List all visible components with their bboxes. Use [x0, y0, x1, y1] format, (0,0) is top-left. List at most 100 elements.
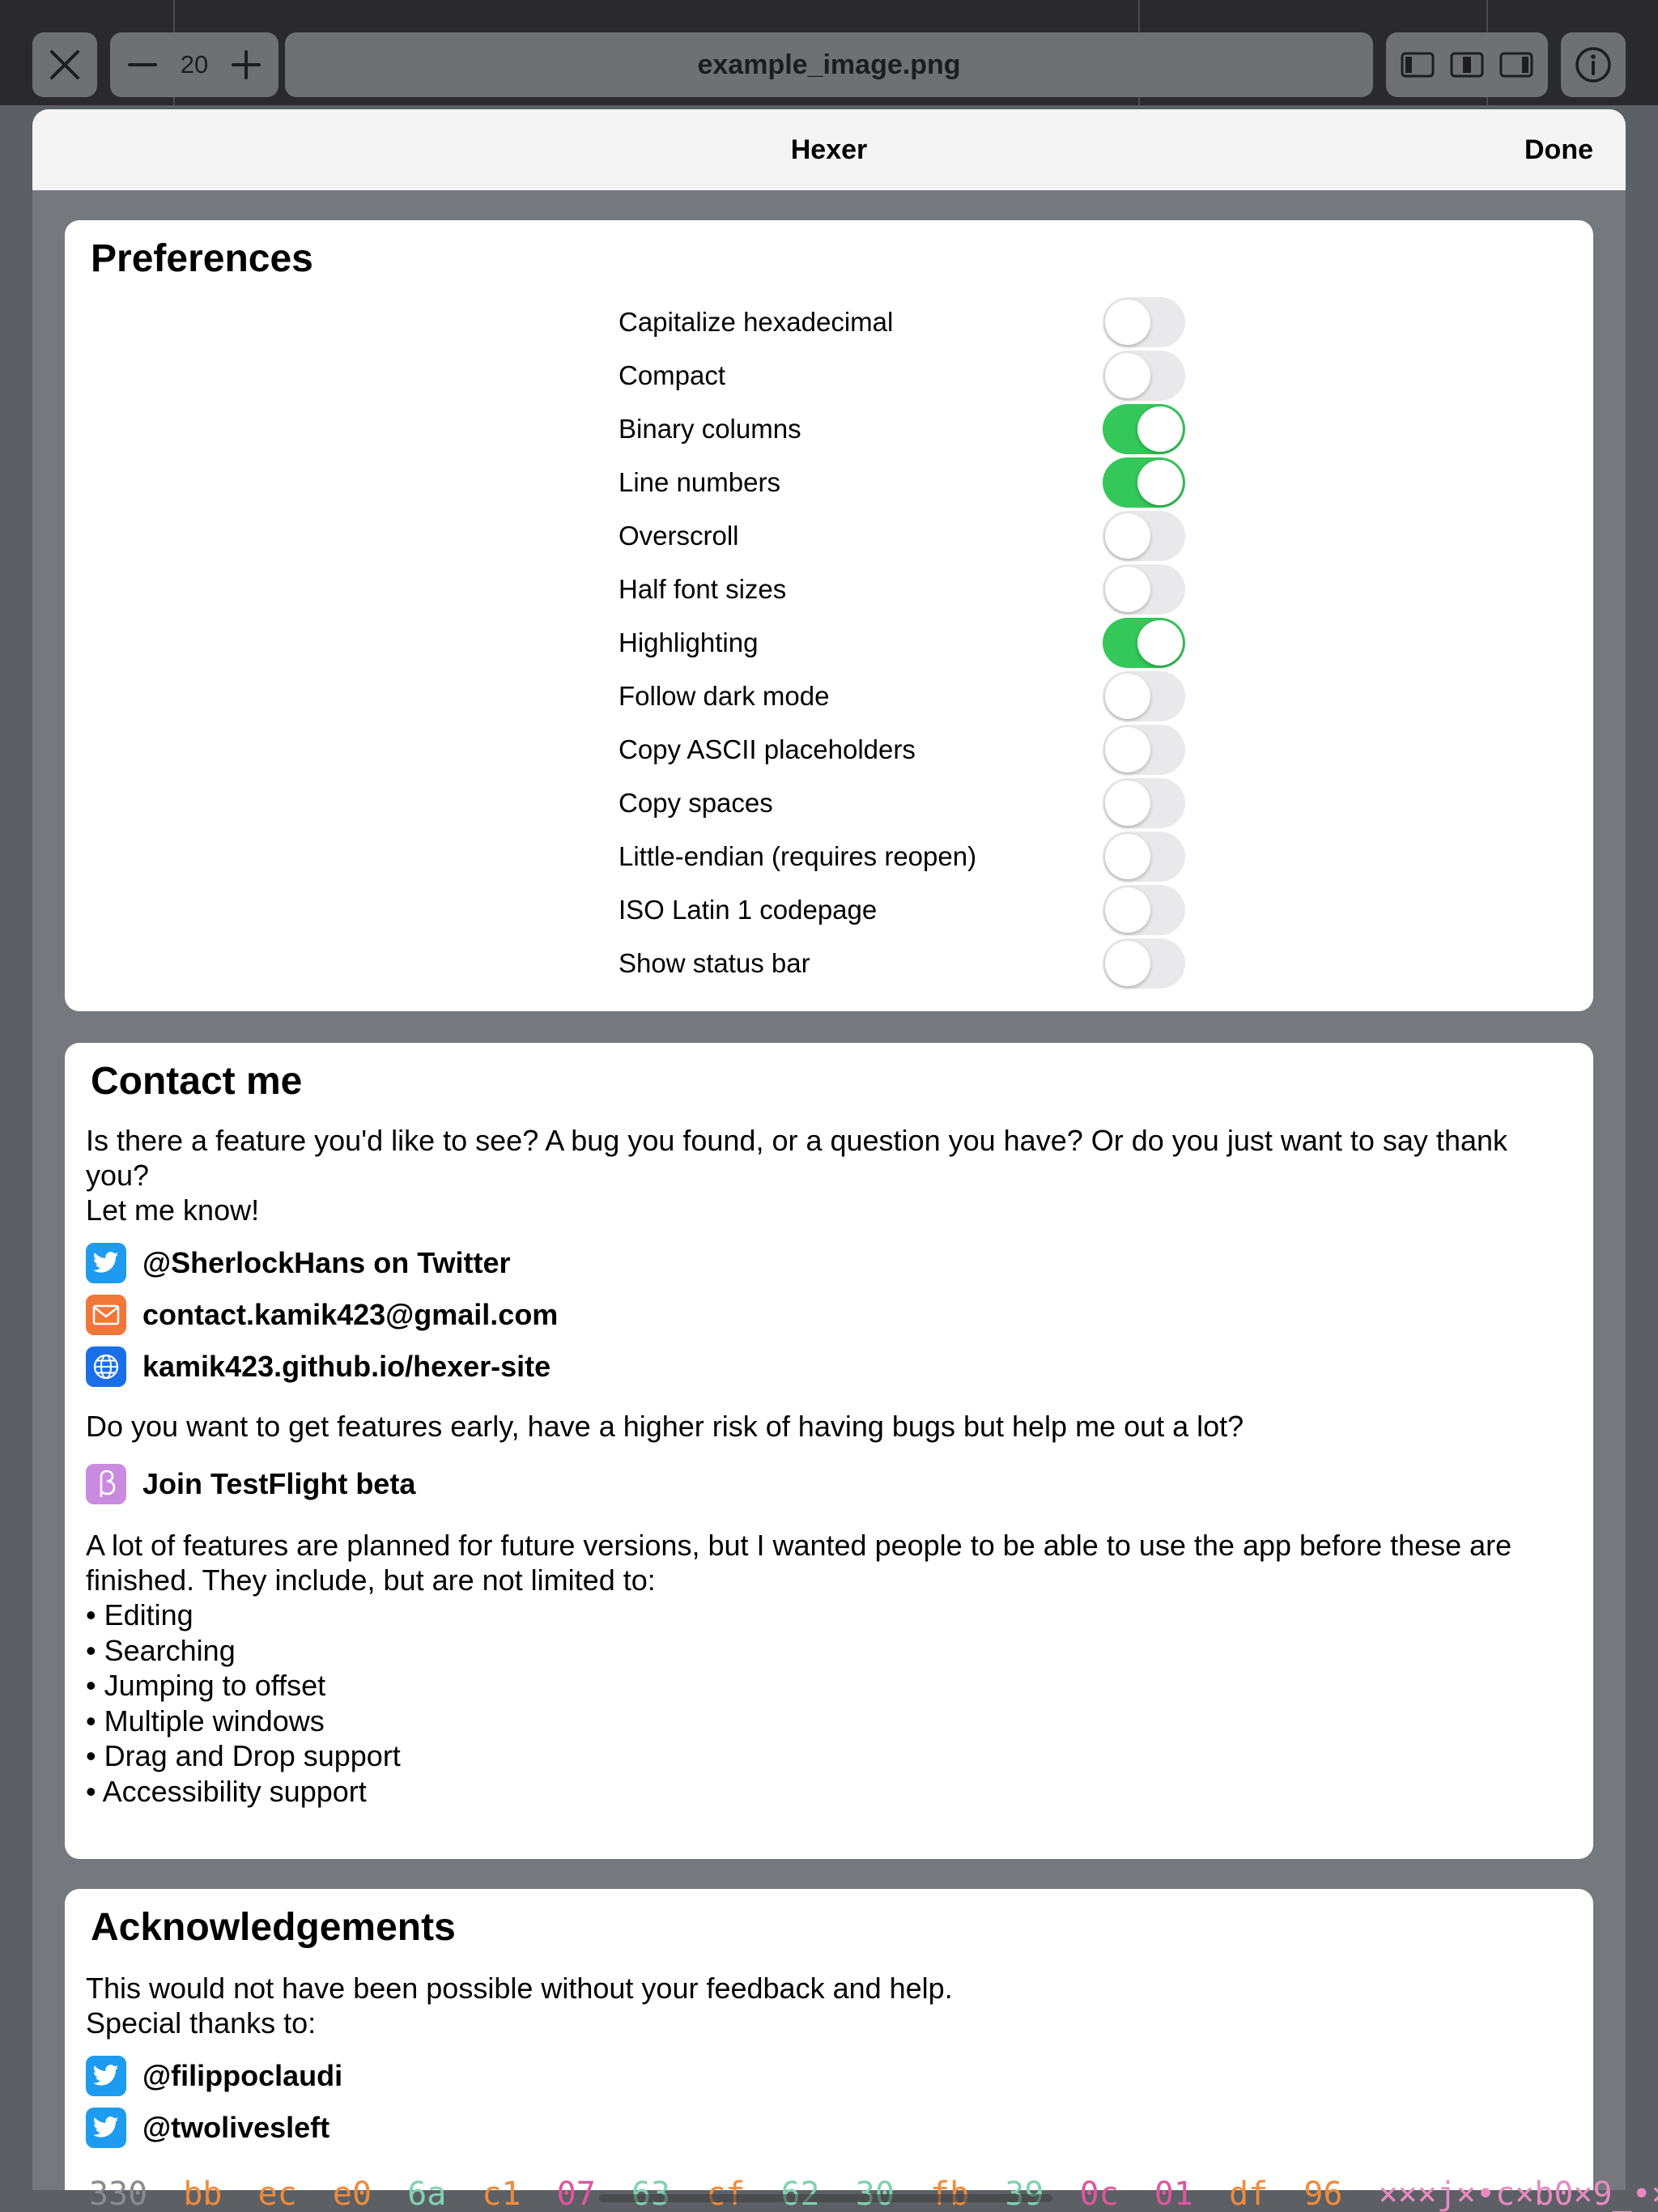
nav-title: Hexer: [790, 134, 868, 165]
pref-row-overscroll: Overscroll: [619, 509, 1185, 563]
hex-byte: c1: [482, 2176, 521, 2212]
toggle-little-endian[interactable]: [1103, 832, 1185, 882]
pref-label: Binary columns: [619, 414, 801, 444]
toggle-highlighting[interactable]: [1103, 618, 1185, 668]
testflight-link[interactable]: Join TestFlight beta: [65, 1458, 1593, 1510]
pref-row-iso-latin: ISO Latin 1 codepage: [619, 883, 1185, 937]
pref-row-compact: Compact: [619, 349, 1185, 402]
hex-ascii: ×××j×•c×b0×9_•××: [1378, 2176, 1658, 2212]
ack-line1: This would not have been possible withou…: [86, 1972, 953, 2005]
pref-row-copy-spaces: Copy spaces: [619, 776, 1185, 830]
pref-row-follow-dark-mode: Follow dark mode: [619, 670, 1185, 723]
info-button[interactable]: [1561, 32, 1626, 97]
pref-label: Overscroll: [619, 521, 739, 551]
sidebar-left-icon[interactable]: [1401, 52, 1435, 78]
contact-let-me-know: Let me know!: [86, 1193, 260, 1227]
ack-person-label: @twolivesleft: [142, 2111, 330, 2144]
hex-byte: 01: [1154, 2176, 1193, 2212]
preferences-card: Preferences Capitalize hexadecimal Compa…: [65, 220, 1593, 1011]
testflight-link-label: Join TestFlight beta: [142, 1467, 416, 1500]
list-item: • Multiple windows: [86, 1704, 325, 1738]
contact-heading: Contact me: [91, 1060, 303, 1103]
pref-label: Copy spaces: [619, 788, 773, 818]
pref-label: Capitalize hexadecimal: [619, 307, 894, 337]
pref-label: Follow dark mode: [619, 681, 830, 711]
pref-row-capitalize-hex: Capitalize hexadecimal: [619, 296, 1185, 349]
zoom-stepper: 20: [110, 32, 278, 97]
toggle-line-numbers[interactable]: [1103, 457, 1185, 508]
close-icon: [49, 49, 81, 81]
hex-byte: 6a: [407, 2176, 447, 2212]
acknowledgements-card: Acknowledgements This would not have bee…: [65, 1889, 1593, 2190]
acknowledgements-heading: Acknowledgements: [91, 1906, 456, 1949]
pref-label: Highlighting: [619, 627, 759, 657]
list-item: • Accessibility support: [86, 1774, 367, 1808]
email-link-label: contact.kamik423@gmail.com: [142, 1298, 559, 1331]
hex-byte: df: [1229, 2176, 1269, 2212]
zoom-out-button[interactable]: [126, 49, 159, 81]
contact-card: Contact me Is there a feature you'd like…: [65, 1043, 1593, 1859]
website-link-label: kamik423.github.io/hexer-site: [142, 1350, 551, 1383]
list-item: • Editing: [86, 1598, 193, 1631]
pref-row-line-numbers: Line numbers: [619, 456, 1185, 509]
hex-byte: ec: [257, 2176, 297, 2212]
ack-line2: Special thanks to:: [86, 2006, 317, 2040]
toggle-capitalize-hex[interactable]: [1103, 297, 1185, 347]
email-link[interactable]: contact.kamik423@gmail.com: [65, 1289, 1593, 1341]
zoom-in-button[interactable]: [230, 49, 262, 81]
hex-byte: e0: [332, 2176, 372, 2212]
toggle-overscroll[interactable]: [1103, 511, 1185, 561]
pref-label: ISO Latin 1 codepage: [619, 895, 878, 925]
toggle-copy-ascii[interactable]: [1103, 725, 1185, 775]
beta-icon: [86, 1464, 126, 1504]
top-toolbar: 20 example_image.png: [0, 0, 1658, 109]
twitter-icon: [86, 2108, 126, 2148]
layout-switcher: [1386, 32, 1548, 97]
hex-byte: 96: [1303, 2176, 1343, 2212]
preferences-list: Capitalize hexadecimal Compact Binary co…: [619, 296, 1185, 990]
list-item: • Drag and Drop support: [86, 1739, 401, 1772]
toggle-copy-spaces[interactable]: [1103, 778, 1185, 828]
globe-icon: [86, 1346, 126, 1387]
pref-row-status-bar: Show status bar: [619, 937, 1185, 990]
toggle-iso-latin[interactable]: [1103, 885, 1185, 935]
pref-label: Line numbers: [619, 467, 780, 497]
hex-byte: 0c: [1079, 2176, 1119, 2212]
pref-label: Little-endian (requires reopen): [619, 841, 977, 871]
info-icon: [1575, 46, 1612, 83]
pref-row-half-font-sizes: Half font sizes: [619, 563, 1185, 616]
pref-row-binary-columns: Binary columns: [619, 402, 1185, 456]
twitter-link[interactable]: @SherlockHans on Twitter: [65, 1237, 1593, 1289]
ack-twitter-link-1[interactable]: @filippoclaudi: [65, 2050, 1593, 2102]
twitter-link-label: @SherlockHans on Twitter: [142, 1246, 511, 1279]
pref-row-little-endian: Little-endian (requires reopen): [619, 830, 1185, 883]
sidebar-right-icon[interactable]: [1499, 52, 1533, 78]
pref-row-copy-ascii: Copy ASCII placeholders: [619, 723, 1185, 776]
zoom-value: 20: [180, 50, 209, 79]
home-indicator[interactable]: [599, 2194, 1052, 2202]
beta-question: Do you want to get features early, have …: [86, 1410, 1244, 1443]
toggle-status-bar[interactable]: [1103, 938, 1185, 989]
mail-icon: [86, 1295, 126, 1335]
nav-bar: Hexer Done: [32, 109, 1626, 190]
preferences-heading: Preferences: [91, 237, 313, 280]
ack-person-label: @filippoclaudi: [142, 2059, 343, 2092]
split-view-icon[interactable]: [1450, 52, 1484, 78]
hex-offset: 330: [89, 2176, 148, 2212]
list-item: • Searching: [86, 1633, 236, 1667]
settings-sheet: Hexer Done Preferences Capitalize hexade…: [32, 109, 1626, 2190]
toggle-follow-dark-mode[interactable]: [1103, 671, 1185, 721]
pref-label: Show status bar: [619, 948, 810, 978]
pref-label: Copy ASCII placeholders: [619, 734, 916, 764]
toggle-half-font-sizes[interactable]: [1103, 564, 1185, 615]
website-link[interactable]: kamik423.github.io/hexer-site: [65, 1341, 1593, 1393]
toggle-binary-columns[interactable]: [1103, 404, 1185, 454]
twitter-icon: [86, 2056, 126, 2096]
contact-intro: Is there a feature you'd like to see? A …: [86, 1124, 1508, 1192]
toggle-compact[interactable]: [1103, 351, 1185, 401]
ack-twitter-link-2[interactable]: @twolivesleft: [65, 2102, 1593, 2154]
close-button[interactable]: [32, 32, 97, 97]
pref-label: Half font sizes: [619, 574, 787, 604]
planned-features-list: • Editing • Searching • Jumping to offse…: [65, 1597, 1593, 1809]
done-button[interactable]: Done: [1524, 134, 1593, 166]
